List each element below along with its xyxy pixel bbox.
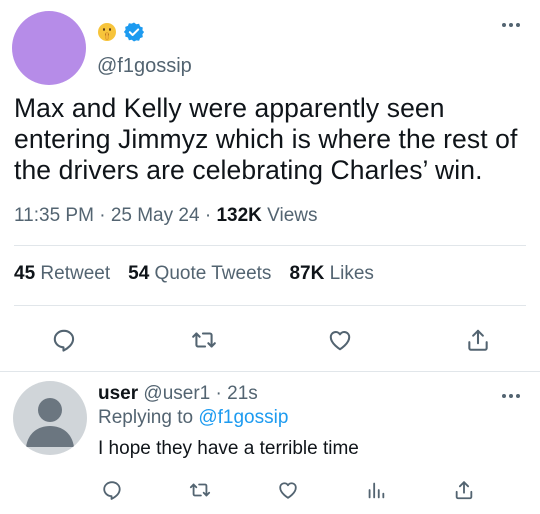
shushing-face-emoji-icon <box>97 22 117 42</box>
reply-header: user @user1 · 21s <box>98 383 258 405</box>
default-user-icon <box>26 398 74 447</box>
retweet-button[interactable] <box>188 324 220 356</box>
heart-icon <box>329 330 351 351</box>
tweet-meta: 11:35 PM · 25 May 24 · 132K Views <box>14 205 317 227</box>
reply-separator: · <box>210 383 228 404</box>
share-button[interactable] <box>462 324 494 356</box>
reply-author-handle[interactable]: @user1 <box>143 383 210 404</box>
author-handle[interactable]: @f1gossip <box>97 55 192 78</box>
author-name-row[interactable] <box>97 21 145 43</box>
reply-text: I hope they have a terrible time <box>98 438 359 459</box>
tweet-time[interactable]: 11:35 PM <box>14 205 94 226</box>
replying-label: Replying to <box>98 407 194 428</box>
retweet-count: 45 <box>14 263 36 284</box>
likes-stat[interactable]: 87K Likes <box>289 263 374 284</box>
retweets-stat[interactable]: 45 Retweet <box>14 263 110 284</box>
views-count: 132K <box>216 205 262 226</box>
more-options-icon[interactable] <box>500 18 522 32</box>
replying-to-mention[interactable]: @f1gossip <box>198 407 288 428</box>
likes-count: 87K <box>289 263 325 284</box>
like-button[interactable] <box>324 324 356 356</box>
author-avatar[interactable] <box>12 11 86 85</box>
analytics-icon <box>368 482 385 499</box>
reply-analytics-button[interactable] <box>362 476 390 504</box>
share-icon <box>455 481 473 500</box>
reply-reply-button[interactable] <box>98 476 126 504</box>
replying-to: Replying to @f1gossip <box>98 407 288 429</box>
retweet-label: Retweet <box>40 263 111 284</box>
main-tweet: @f1gossip Max and Kelly were apparently … <box>0 0 540 372</box>
reply-time[interactable]: 21s <box>227 383 258 404</box>
reply-like-button[interactable] <box>274 476 302 504</box>
reply-icon <box>103 481 121 500</box>
meta-separator: · <box>204 205 217 226</box>
quote-tweets-stat[interactable]: 54 Quote Tweets <box>128 263 271 284</box>
heart-icon <box>279 482 297 499</box>
quote-label: Quote Tweets <box>154 263 272 284</box>
reply-avatar[interactable] <box>13 381 87 455</box>
verified-badge-icon <box>123 21 145 43</box>
retweet-icon <box>189 483 211 497</box>
reply-button[interactable] <box>48 324 80 356</box>
likes-label: Likes <box>329 263 374 284</box>
meta-separator: · <box>99 205 111 226</box>
share-icon <box>468 329 488 351</box>
views-label: Views <box>267 205 318 226</box>
quote-count: 54 <box>128 263 150 284</box>
divider <box>14 305 526 306</box>
divider <box>14 245 526 246</box>
reply-icon <box>53 329 75 352</box>
reply-share-button[interactable] <box>450 476 478 504</box>
tweet-date[interactable]: 25 May 24 <box>111 205 200 226</box>
reply-author-name[interactable]: user <box>98 383 138 404</box>
tweet-stats: 45 Retweet 54 Quote Tweets 87K Likes <box>14 263 374 285</box>
retweet-icon <box>192 332 216 348</box>
reply-retweet-button[interactable] <box>186 476 214 504</box>
divider <box>0 371 540 372</box>
tweet-text: Max and Kelly were apparently seen enter… <box>14 93 518 185</box>
reply-more-options-icon[interactable] <box>500 389 522 403</box>
